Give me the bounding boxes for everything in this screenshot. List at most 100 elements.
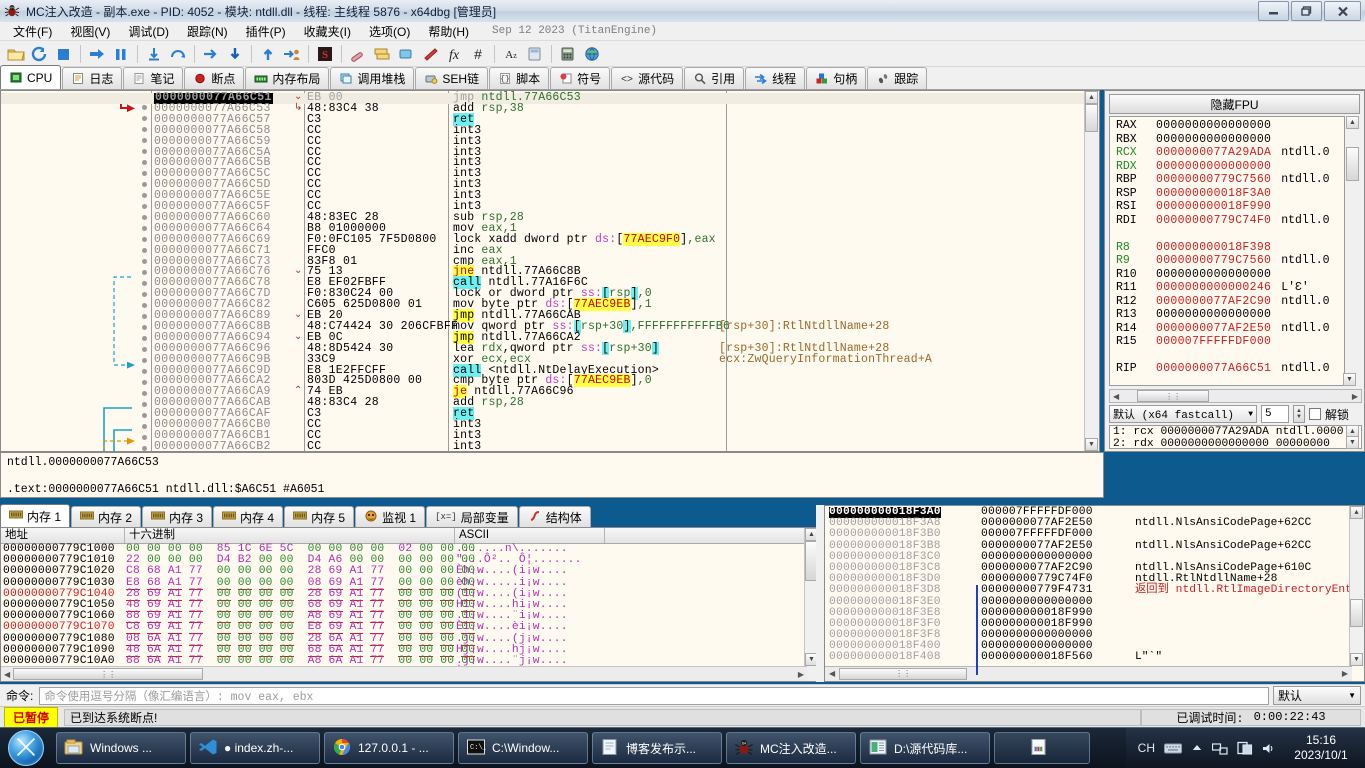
minimize-button[interactable] [1258,1,1289,21]
tab-breakpoints[interactable]: 断点 [184,67,244,89]
btab-memory-3[interactable]: 内存 3 [142,506,212,527]
scroll-right-button[interactable]: ▶ [1338,669,1352,679]
tab-references[interactable]: 引用 [684,67,744,89]
register-row[interactable]: RDI00000000779C74F0ntdll.0 [1110,214,1344,228]
scroll-right-button[interactable]: ▶ [795,670,807,679]
pause-icon[interactable] [109,43,133,65]
btab-watch-1[interactable]: 监视 1 [355,506,425,527]
register-row[interactable]: R8000000000018F398 [1110,241,1344,255]
keyboard-icon[interactable] [1164,742,1182,754]
dump-col-hex[interactable]: 十六进制 [125,528,455,543]
unlock-checkbox[interactable] [1309,408,1321,420]
taskbar-item-notepad[interactable]: 博客发布示... [592,732,722,764]
open-icon[interactable] [4,43,28,65]
stack-row[interactable]: 000000000018F3B0000007FFFFFDF000 [825,529,1364,540]
clock[interactable]: 15:16 2023/10/1 [1285,733,1357,763]
hide-fpu-button[interactable]: 隐藏FPU [1109,94,1360,114]
menu-item-options[interactable]: 选项(O) [360,21,419,42]
menu-item-view[interactable]: 视图(V) [61,21,119,42]
scroll-thumb[interactable]: ⋮⋮ [839,668,967,680]
tab-script[interactable]: {} 脚本 [489,67,549,89]
taskbar-item-cmd[interactable]: C:\_ C:\Window... [458,732,588,764]
scroll-right-button[interactable]: ▶ [1352,392,1361,401]
dump-rows[interactable]: 00000000779C100000 00 00 00 85 1C 6E 5C … [1,544,819,682]
register-row[interactable]: RBP00000000779C7560ntdll.0 [1110,173,1344,187]
argument-row[interactable]: 1: rcx 0000000077A29ADA ntdll.0000 [1110,426,1361,438]
font-icon[interactable]: Az [499,43,523,65]
taskbar-item-x64dbg[interactable]: 64 MC注入改造... [726,732,856,764]
menu-item-trace[interactable]: 跟踪(N) [178,21,237,42]
action-center-icon[interactable] [1237,741,1253,755]
register-list[interactable]: RAX0000000000000000RBX0000000000000000RC… [1109,116,1345,386]
menu-item-plugins[interactable]: 插件(P) [237,21,295,42]
dump-col-ascii[interactable]: ASCII [455,528,605,543]
stack-row[interactable]: 000000000018F3E00000000000000000 [825,597,1364,608]
menu-item-favourites[interactable]: 收藏夹(I) [295,21,360,42]
tab-call-stack[interactable]: 调用堆栈 [330,67,414,89]
step-over-icon[interactable] [166,43,190,65]
step-out-icon[interactable] [199,43,223,65]
dump-col-address[interactable]: 地址 [1,528,125,543]
register-row[interactable]: R120000000077AF2C90ntdll.0 [1110,295,1344,309]
tab-cpu[interactable]: CPU [0,65,61,89]
btab-memory-1[interactable]: 内存 1 [0,504,70,527]
register-row[interactable]: RCX0000000077A29ADAntdll.0 [1110,146,1344,160]
globe-icon[interactable] [580,43,604,65]
arguments-list[interactable]: 1: rcx 0000000077A29ADA ntdll.00002: rdx… [1109,425,1362,449]
register-row[interactable]: RBX0000000000000000 [1110,133,1344,147]
scroll-thumb[interactable]: ⋮⋮ [1137,390,1209,402]
register-row[interactable]: R100000000000000000 [1110,268,1344,282]
patch-icon[interactable] [346,43,370,65]
stack-row[interactable]: 000000000018F3D800000000779F4731返回到 ntdl… [825,585,1364,596]
dump-row[interactable]: 00000000779C1070C8 69 A1 77 00 00 00 00 … [1,622,819,633]
scroll-down-button[interactable]: ▼ [1346,436,1359,449]
disassembly-view[interactable]: RIP [0,90,1100,452]
tab-memory-map[interactable]: 内存布局 [245,67,329,89]
volume-icon[interactable] [1262,742,1276,755]
register-row[interactable]: R110000000000000246L'Ɛ' [1110,281,1344,295]
command-input[interactable]: 命令使用逗号分隔（像汇编语言）: mov eax, ebx [39,687,1269,705]
scroll-left-button[interactable]: ◀ [1110,392,1119,401]
menu-item-help[interactable]: 帮助(H) [419,21,478,42]
maximize-button[interactable] [1291,1,1322,21]
restart-icon[interactable] [28,43,52,65]
disassembly-scrollbar[interactable]: ▲ ▼ [1084,91,1099,451]
taskbar-item-chrome[interactable]: 127.0.0.1 - ... [324,732,454,764]
register-row[interactable]: R140000000077AF2E50ntdll.0 [1110,322,1344,336]
tab-source[interactable]: <> 源代码 [611,67,683,89]
btab-memory-5[interactable]: 内存 5 [284,506,354,527]
hash-icon[interactable]: # [466,43,490,65]
run-icon[interactable] [85,43,109,65]
tab-log[interactable]: 日志 [62,67,122,89]
register-row[interactable]: R130000000000000000 [1110,308,1344,322]
scroll-down-button[interactable]: ▼ [1085,438,1098,451]
register-row[interactable]: RDX0000000000000000 [1110,160,1344,174]
arg-count-input[interactable]: 5 [1261,405,1289,423]
scroll-up-button[interactable]: ▲ [1346,116,1359,129]
run-to-icon[interactable] [223,43,247,65]
tab-symbols[interactable]: 符号 [550,67,610,89]
registers-hscrollbar[interactable]: ◀ ⋮⋮ ▶ [1109,389,1362,403]
dump-row[interactable]: 00000000779C1020C8 68 A1 77 00 00 00 00 … [1,566,819,577]
arguments-scrollbar[interactable]: ▲ ▼ [1346,425,1359,449]
scroll-up-button[interactable]: ▲ [1350,506,1363,519]
tab-trace[interactable]: 跟踪 [867,67,927,89]
scroll-thumb[interactable] [1346,147,1359,181]
calling-convention-select[interactable]: 默认 (x64 fastcall) ▼ [1109,405,1257,423]
stop-icon[interactable] [52,43,76,65]
log-window-icon[interactable] [370,43,394,65]
dump-row[interactable]: 00000000779C108008 6A A1 77 00 00 00 00 … [1,634,819,645]
register-row[interactable]: R900000000779C7560ntdll.0 [1110,254,1344,268]
tab-threads[interactable]: 线程 [745,67,805,89]
panel-splitter[interactable] [816,505,824,682]
stack-rows[interactable]: 000000000018F3A0000007FFFFFDF00000000000… [825,506,1364,664]
disassembly-row[interactable]: 0000000077A66CB2CCint3 [1,442,1085,452]
bookmark-icon[interactable] [418,43,442,65]
register-row[interactable]: RIP0000000077A66C51ntdll.0 [1110,362,1344,376]
arg-count-stepper[interactable]: ▲▼ [1293,405,1305,423]
registers-scrollbar[interactable]: ▲ ▼ [1346,116,1360,386]
btab-locals[interactable]: [x=] 局部变量 [426,506,518,527]
tab-seh[interactable]: SEH链 [415,67,488,89]
btab-struct[interactable]: 结构体 [519,506,591,527]
menu-item-file[interactable]: 文件(F) [4,21,61,42]
